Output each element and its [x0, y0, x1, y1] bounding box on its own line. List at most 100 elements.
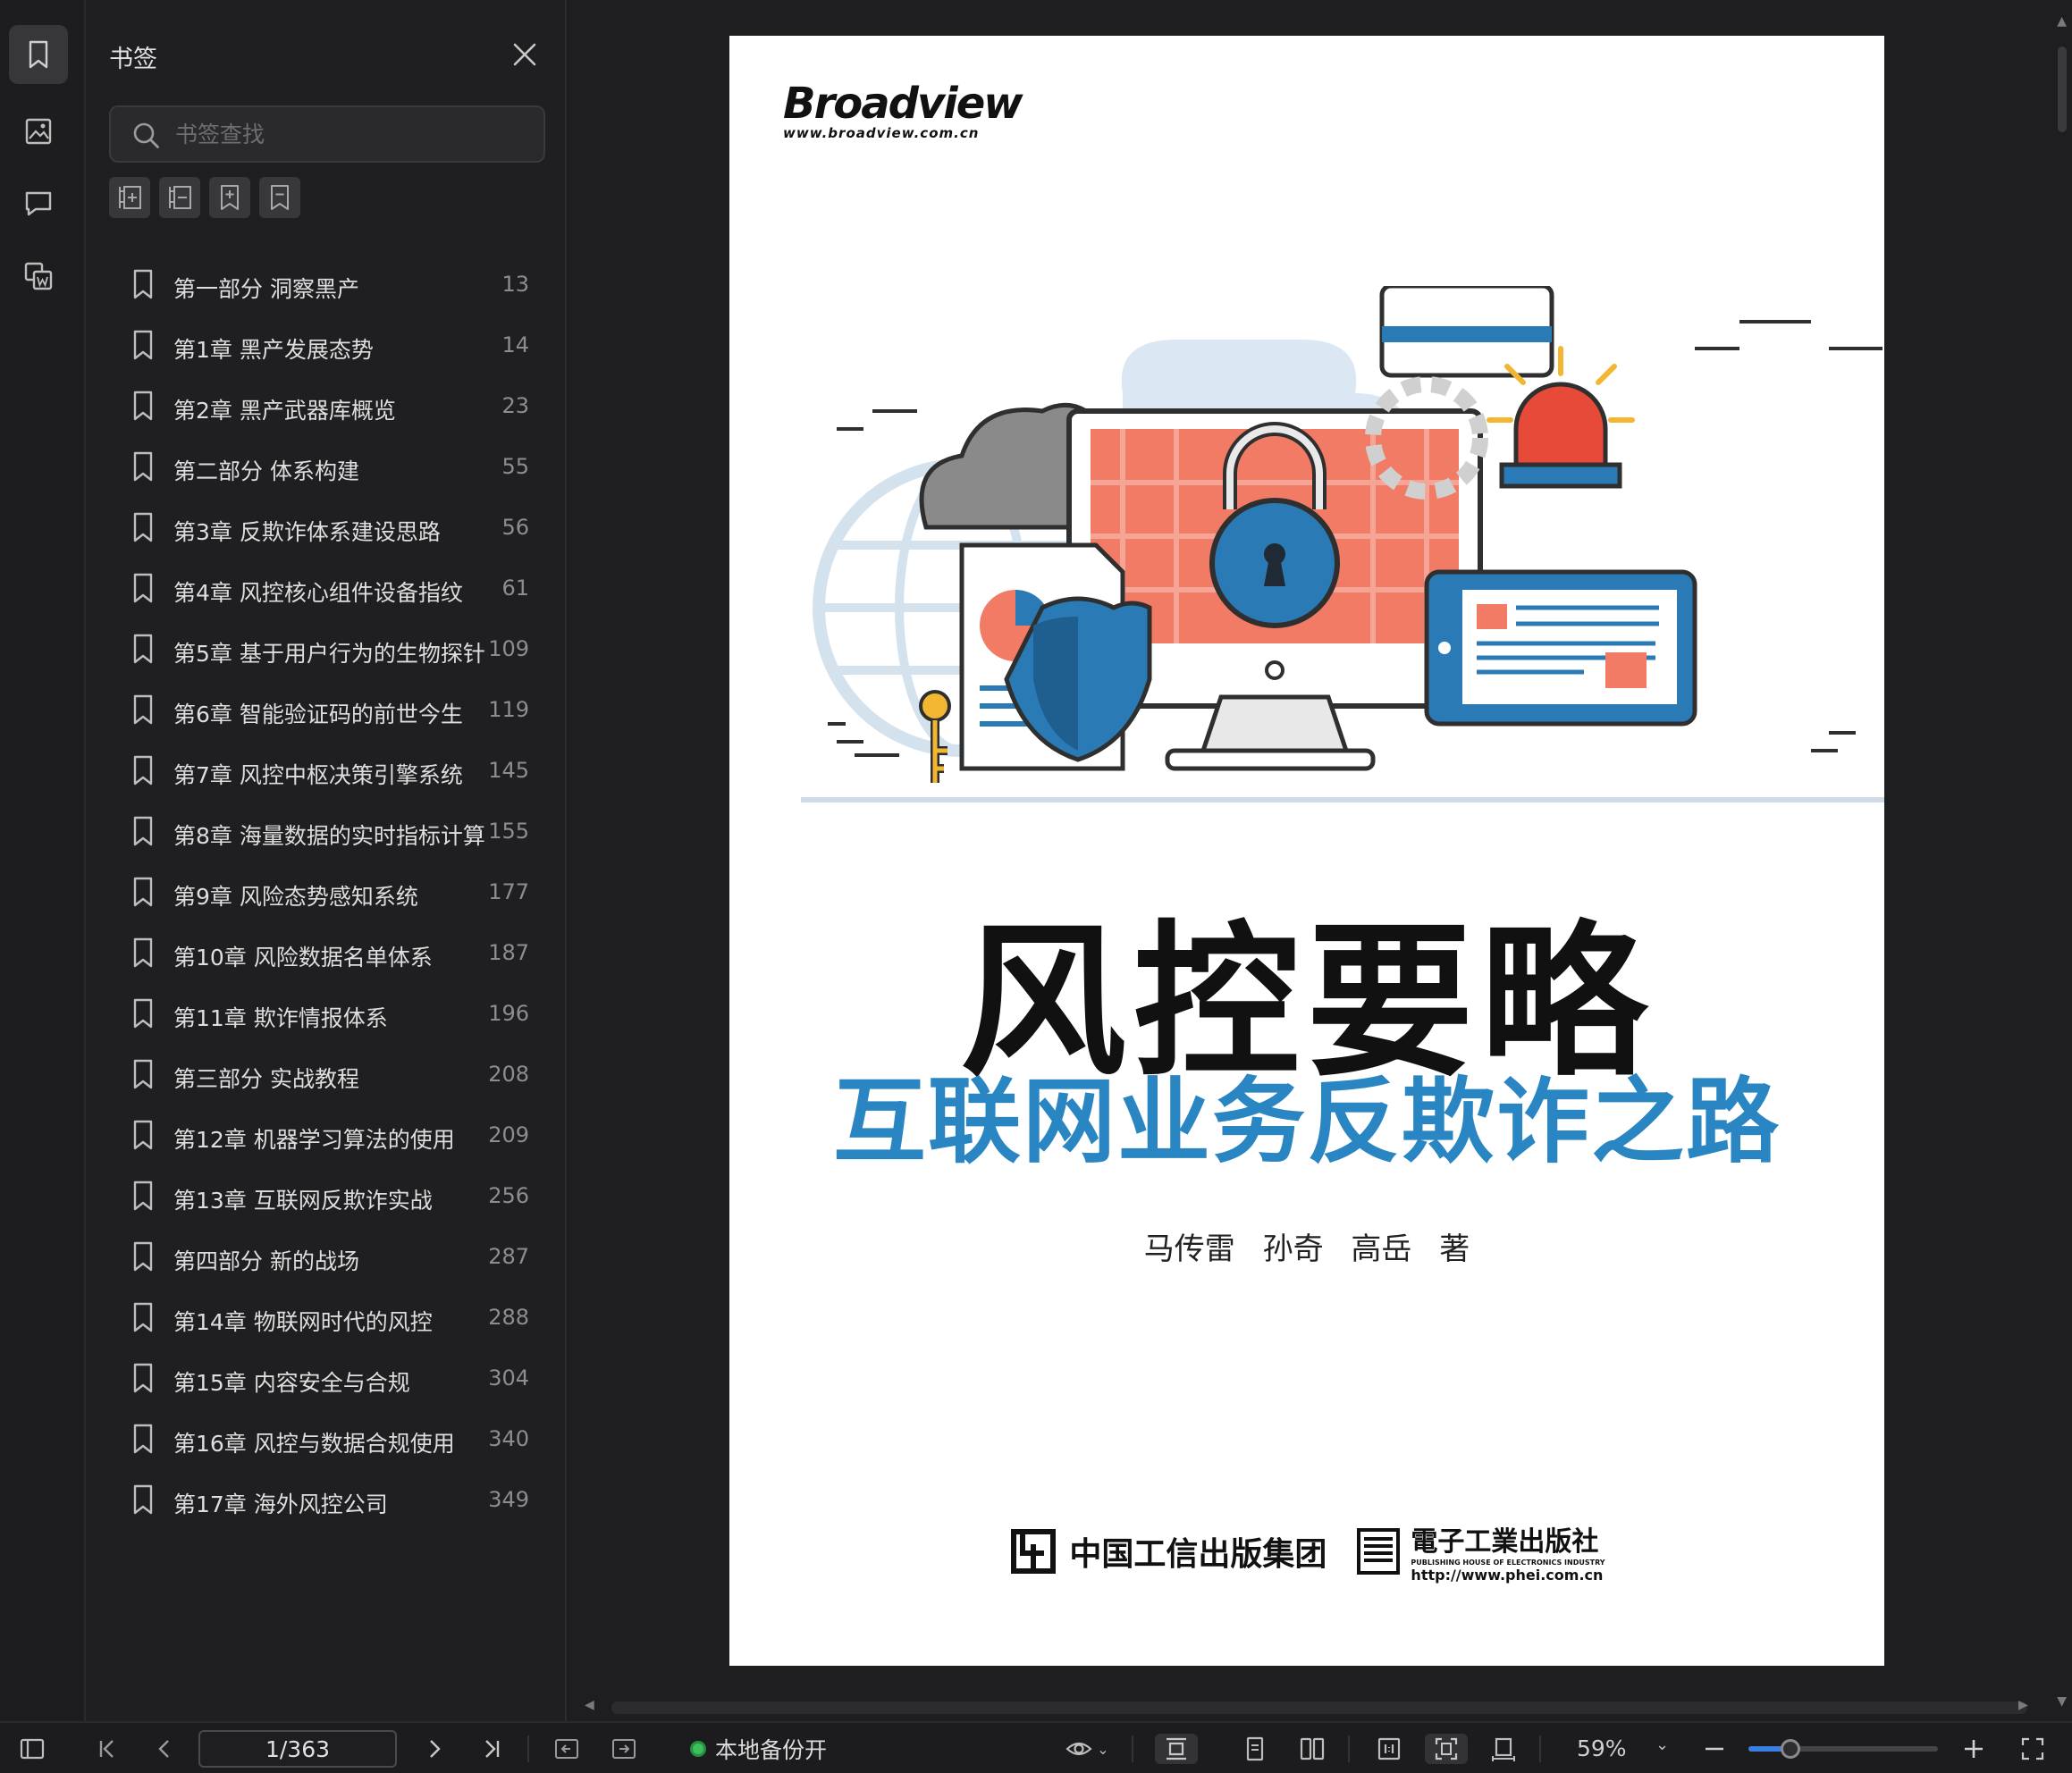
zoom-dropdown-icon[interactable]: ⌄	[1655, 1735, 1669, 1754]
fit-window-button[interactable]	[1425, 1734, 1468, 1764]
bookmark-item[interactable]: 第12章 机器学习算法的使用 209	[86, 1106, 565, 1167]
bookmark-item[interactable]: 第9章 风险态势感知系统 177	[86, 863, 565, 924]
bookmark-item[interactable]: 第8章 海量数据的实时指标计算 155	[86, 802, 565, 863]
zoom-slider[interactable]	[1748, 1739, 1938, 1759]
bookmark-item[interactable]: 第17章 海外风控公司 349	[86, 1471, 565, 1532]
bookmark-page-number: 13	[501, 272, 529, 297]
bookmark-item[interactable]: 第11章 欺诈情报体系 196	[86, 985, 565, 1046]
last-page-button[interactable]	[474, 1734, 510, 1764]
document-viewer[interactable]: ▲ ▼ ◀ ▶ Broadview www.broadview.com.cn 风…	[569, 0, 2072, 1721]
navigate-forward-button[interactable]	[606, 1734, 642, 1764]
scroll-up-icon[interactable]: ▲	[2057, 14, 2067, 29]
remove-bookmark-button[interactable]	[259, 177, 300, 218]
read-mode-dropdown[interactable]: ⌄	[1058, 1734, 1116, 1764]
bookmark-item[interactable]: 第7章 风控中枢决策引擎系统 145	[86, 742, 565, 802]
book-subtitle: 互联网业务反欺诈之路	[832, 1067, 1781, 1176]
vertical-scroll-thumb[interactable]	[2058, 46, 2067, 132]
bookmark-label: 第13章 互联网反欺诈实战	[173, 1188, 433, 1214]
zoom-out-button[interactable]	[1698, 1734, 1731, 1764]
add-bookmark-button[interactable]	[209, 177, 250, 218]
vertical-scrollbar[interactable]: ▲ ▼	[2051, 0, 2072, 1721]
backup-status[interactable]: 本地备份开	[690, 1734, 827, 1764]
close-icon[interactable]	[510, 39, 540, 70]
bookmark-icon	[133, 1484, 153, 1515]
bookmark-item[interactable]: 第2章 黑产武器库概览 23	[86, 377, 565, 438]
bookmark-item[interactable]: 第四部分 新的战场 287	[86, 1228, 565, 1289]
bookmark-icon	[133, 1302, 153, 1332]
previous-page-button[interactable]	[147, 1734, 182, 1764]
bookmark-item[interactable]: 第一部分 洞察黑产 13	[86, 256, 565, 316]
bookmark-item[interactable]: 第10章 风险数据名单体系 187	[86, 924, 565, 985]
toolbar-divider	[1132, 1735, 1133, 1762]
bookmark-item[interactable]: 第13章 互联网反欺诈实战 256	[86, 1167, 565, 1228]
back-icon	[555, 1739, 578, 1759]
convert-tab[interactable]	[9, 247, 68, 306]
bookmark-label: 第5章 基于用户行为的生物探针	[173, 641, 485, 667]
bookmark-label: 第四部分 新的战场	[173, 1248, 359, 1274]
bookmark-page-number: 155	[488, 819, 529, 844]
thumbnails-tab[interactable]	[9, 102, 68, 161]
bookmark-icon	[29, 40, 48, 69]
bookmark-page-number: 109	[488, 636, 529, 661]
next-page-button[interactable]	[417, 1734, 452, 1764]
zoom-level[interactable]: 59%	[1577, 1735, 1627, 1761]
bookmark-icon	[133, 512, 153, 542]
bookmark-search-input[interactable]	[175, 114, 533, 154]
bookmarks-tab[interactable]	[9, 25, 68, 84]
horizontal-scrollbar[interactable]	[611, 1702, 2027, 1714]
single-page-button[interactable]	[1237, 1734, 1273, 1764]
bookmark-item[interactable]: 第二部分 体系构建 55	[86, 438, 565, 499]
document-convert-icon	[24, 262, 53, 290]
bookmark-label: 第6章 智能验证码的前世今生	[173, 702, 463, 727]
add-bookmark-icon	[221, 185, 239, 210]
bookmark-page-number: 209	[488, 1122, 529, 1147]
fit-width-button[interactable]	[1486, 1734, 1521, 1764]
expand-all-button[interactable]	[109, 177, 150, 218]
bookmark-item[interactable]: 第16章 风控与数据合规使用 340	[86, 1410, 565, 1471]
bookmark-item[interactable]: 第4章 风控核心组件设备指纹 61	[86, 559, 565, 620]
bookmark-item[interactable]: 第3章 反欺诈体系建设思路 56	[86, 499, 565, 559]
bookmark-item[interactable]: 第14章 物联网时代的风控 288	[86, 1289, 565, 1349]
actual-size-icon	[1377, 1737, 1401, 1760]
chevron-down-icon: ⌄	[1097, 1740, 1109, 1758]
scroll-left-icon[interactable]: ◀	[585, 1698, 594, 1712]
scroll-right-icon[interactable]: ▶	[2018, 1698, 2028, 1712]
remove-bookmark-icon	[271, 185, 289, 210]
bookmark-icon	[133, 330, 153, 360]
navigate-back-button[interactable]	[549, 1734, 585, 1764]
bookmark-toolbar	[109, 177, 300, 220]
scroll-down-icon[interactable]: ▼	[2057, 1694, 2067, 1709]
bookmark-page-number: 145	[488, 758, 529, 783]
toggle-sidebar-button[interactable]	[14, 1734, 50, 1764]
bookmark-icon	[133, 391, 153, 421]
actual-size-button[interactable]	[1371, 1734, 1407, 1764]
bookmark-label: 第2章 黑产武器库概览	[173, 398, 396, 424]
forward-icon	[612, 1739, 636, 1759]
page-number-input[interactable]	[198, 1730, 397, 1768]
bookmark-search-box[interactable]	[109, 105, 545, 163]
zoom-in-button[interactable]	[1958, 1734, 1990, 1764]
group-name: 中国工信出版集团	[1069, 1535, 1327, 1573]
two-page-button[interactable]	[1294, 1734, 1330, 1764]
panel-title: 书签	[109, 46, 157, 73]
bookmark-item[interactable]: 第5章 基于用户行为的生物探针 109	[86, 620, 565, 681]
group-logo: 中国工信出版集团	[1008, 1526, 1327, 1576]
bookmark-icon	[133, 269, 153, 299]
bookmark-item[interactable]: 第15章 内容安全与合规 304	[86, 1349, 565, 1410]
bookmark-label: 第16章 风控与数据合规使用	[173, 1431, 455, 1457]
bookmark-item[interactable]: 第1章 黑产发展态势 14	[86, 316, 565, 377]
bookmark-label: 第15章 内容安全与合规	[173, 1370, 410, 1396]
fit-page-button[interactable]	[1155, 1734, 1198, 1764]
bookmark-list: 第一部分 洞察黑产 13 第1章 黑产发展态势 14 第2章 黑产武器库概览 23 第二部分…	[86, 256, 565, 1532]
bookmark-item[interactable]: 第6章 智能验证码的前世今生 119	[86, 681, 565, 742]
collapse-all-button[interactable]	[159, 177, 200, 218]
bookmark-page-number: 61	[501, 576, 529, 601]
fullscreen-button[interactable]	[2015, 1734, 2051, 1764]
annotations-tab[interactable]	[9, 173, 68, 232]
first-page-button[interactable]	[89, 1734, 125, 1764]
bookmark-panel: 书签 第一部分 洞察黑产13第1章 黑产发展态势14第2章 黑产武器库概览23第…	[86, 0, 567, 1721]
bookmark-item[interactable]: 第三部分 实战教程 208	[86, 1046, 565, 1106]
bookmark-icon	[133, 1181, 153, 1211]
zoom-slider-handle[interactable]	[1780, 1739, 1800, 1759]
cover-illustration	[801, 286, 1884, 802]
